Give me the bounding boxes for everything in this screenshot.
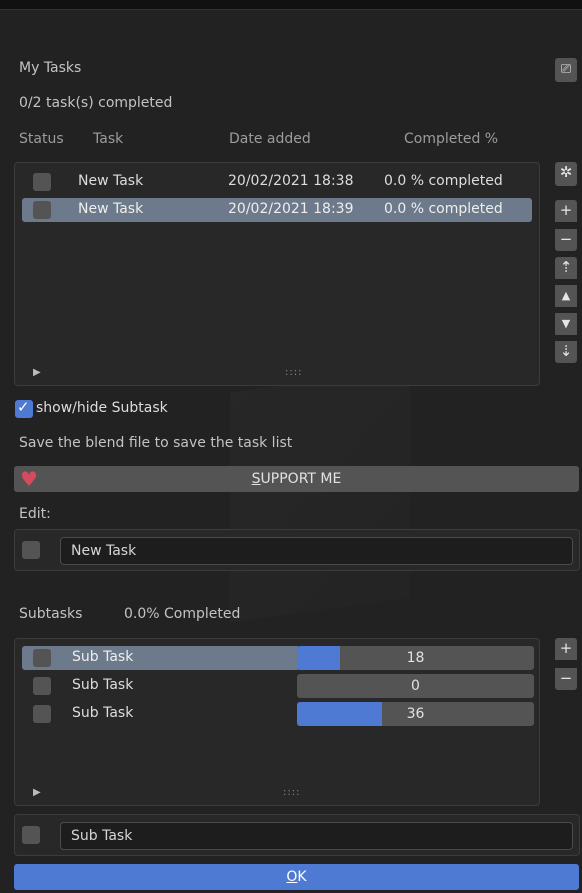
task-row[interactable]: New Task 20/02/2021 18:38 0.0 % complete… <box>22 170 532 194</box>
subtask-name: Sub Task <box>72 705 134 721</box>
support-underline-char: S <box>251 471 261 487</box>
edit-task-name-input[interactable]: New Task <box>60 537 573 565</box>
minus-icon[interactable]: − <box>555 229 577 251</box>
subtask-name: Sub Task <box>72 649 134 665</box>
heart-icon: ♥ <box>20 467 38 491</box>
window-top-bar <box>0 0 582 10</box>
ok-button[interactable]: OK <box>14 864 579 890</box>
column-date-added: Date added <box>229 131 311 147</box>
edit-box: New Task <box>14 529 580 571</box>
subtask-edit-name-input[interactable]: Sub Task <box>60 822 573 850</box>
add-subtask-plus-icon[interactable]: + <box>555 638 577 660</box>
move-top-icon[interactable]: ⇡ <box>555 257 577 279</box>
subtask-progress-value: 36 <box>406 706 425 722</box>
up-icon[interactable]: ▲ <box>555 285 577 307</box>
resize-grip[interactable]: :::: <box>283 787 300 798</box>
task-checkbox[interactable] <box>33 173 51 191</box>
task-date: 20/02/2021 18:38 <box>228 173 354 189</box>
panel-title: My Tasks <box>19 60 82 76</box>
task-row[interactable]: New Task 20/02/2021 18:39 0.0 % complete… <box>22 198 532 222</box>
subtask-progress-value: 18 <box>406 650 425 666</box>
task-completed: 0.0 % completed <box>384 201 503 217</box>
subtask-row[interactable]: Sub Task 0 <box>22 674 534 698</box>
subtask-edit-box: Sub Task <box>14 814 580 856</box>
subtask-row[interactable]: Sub Task 18 <box>22 646 534 670</box>
subtask-edit-checkbox[interactable] <box>22 826 40 844</box>
support-me-button[interactable]: ♥ SUPPORT ME <box>14 466 579 492</box>
task-completed: 0.0 % completed <box>384 173 503 189</box>
display-icon[interactable]: ⎚ <box>555 58 577 82</box>
plus-icon[interactable]: + <box>555 200 577 222</box>
column-completed: Completed % <box>404 131 499 147</box>
column-task: Task <box>93 131 124 147</box>
subtasks-label: Subtasks <box>19 606 83 622</box>
subtask-list[interactable]: Sub Task 18 Sub Task 0 Sub Task 36 ▶ :::… <box>14 638 540 806</box>
viewport-background-shape <box>230 367 410 623</box>
edit-task-checkbox[interactable] <box>22 541 40 559</box>
down-icon[interactable]: ▼ <box>555 313 577 335</box>
expand-arrow-icon[interactable]: ▶ <box>33 787 41 798</box>
ok-label-rest: K <box>297 869 307 885</box>
task-name: New Task <box>78 201 144 217</box>
move-bottom-icon[interactable]: ⇣ <box>555 341 577 363</box>
subtask-progress-slider[interactable]: 18 <box>297 646 534 670</box>
subtask-checkbox[interactable] <box>33 677 51 695</box>
subtask-progress-value: 0 <box>411 678 420 694</box>
task-checkbox[interactable] <box>33 201 51 219</box>
subtask-row[interactable]: Sub Task 36 <box>22 702 534 726</box>
gear-icon[interactable]: ✲ <box>555 162 577 186</box>
show-hide-subtask-label: show/hide Subtask <box>36 400 168 416</box>
subtask-checkbox[interactable] <box>33 649 51 667</box>
ok-underline-char: O <box>286 869 298 885</box>
subtask-progress-slider[interactable]: 0 <box>297 674 534 698</box>
support-label-rest: UPPORT ME <box>260 471 342 487</box>
subtask-progress-slider[interactable]: 36 <box>297 702 534 726</box>
remove-subtask-minus-icon[interactable]: − <box>555 668 577 690</box>
subtask-checkbox[interactable] <box>33 705 51 723</box>
task-list[interactable]: New Task 20/02/2021 18:38 0.0 % complete… <box>14 162 540 386</box>
resize-grip[interactable]: :::: <box>285 367 302 378</box>
expand-arrow-icon[interactable]: ▶ <box>33 367 41 378</box>
subtask-row-highlight <box>22 646 298 670</box>
column-status: Status <box>19 131 64 147</box>
task-progress-text: 0/2 task(s) completed <box>19 95 173 111</box>
save-hint-text: Save the blend file to save the task lis… <box>19 435 293 451</box>
subtask-name: Sub Task <box>72 677 134 693</box>
subtasks-completed: 0.0% Completed <box>124 606 241 622</box>
edit-label: Edit: <box>19 506 51 522</box>
task-date: 20/02/2021 18:39 <box>228 201 354 217</box>
show-hide-subtask-checkbox[interactable] <box>15 398 33 418</box>
task-name: New Task <box>78 173 144 189</box>
